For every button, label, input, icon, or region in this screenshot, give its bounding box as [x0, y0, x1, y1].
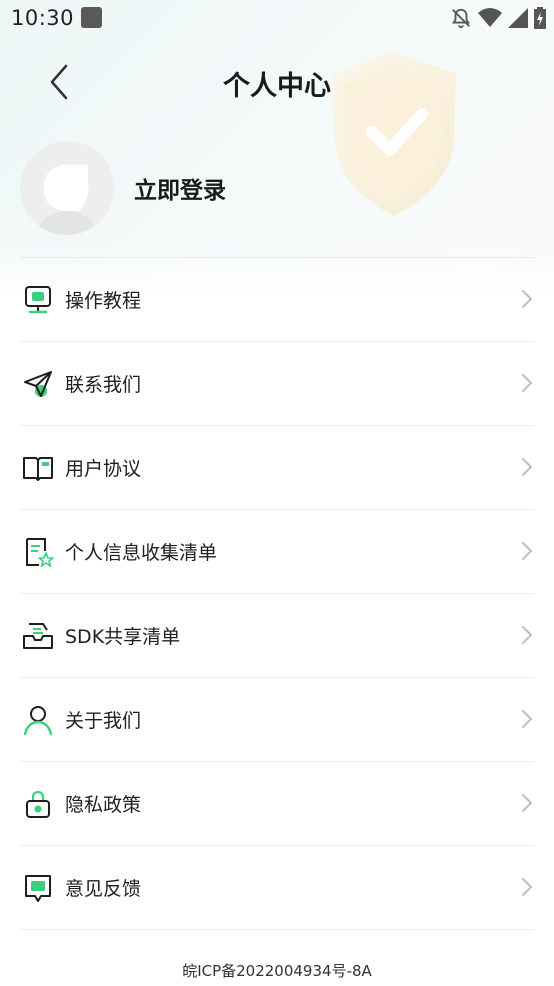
menu-item-sdk-list[interactable]: SDK共享清单 — [20, 594, 534, 678]
menu-item-tutorial[interactable]: 操作教程 — [20, 258, 534, 342]
chevron-right-icon — [522, 374, 533, 392]
header: 个人中心 — [0, 48, 554, 114]
menu-item-contact[interactable]: 联系我们 — [20, 342, 534, 426]
paper-plane-icon — [20, 366, 56, 402]
page-title: 个人中心 — [223, 71, 331, 102]
person-icon — [20, 702, 56, 738]
menu-item-label: 隐私政策 — [65, 794, 142, 816]
status-time: 10:30 — [11, 6, 75, 30]
chevron-right-icon — [522, 542, 533, 560]
menu-list: 操作教程 联系我们 用户协议 个人信息收集清单 SDK共享清单 关于我们 隐私政… — [20, 258, 534, 930]
signal-icon — [508, 8, 528, 28]
document-star-icon — [20, 534, 56, 570]
menu-item-privacy-policy[interactable]: 隐私政策 — [20, 762, 534, 846]
default-avatar-icon — [20, 141, 114, 235]
menu-item-feedback[interactable]: 意见反馈 — [20, 846, 534, 930]
menu-item-label: 意见反馈 — [65, 878, 142, 900]
lock-icon — [20, 786, 56, 822]
chevron-right-icon — [522, 626, 533, 644]
menu-item-about-us[interactable]: 关于我们 — [20, 678, 534, 762]
monitor-icon — [20, 282, 56, 318]
chevron-right-icon — [522, 458, 533, 476]
wifi-icon — [478, 8, 502, 27]
app-icon — [81, 7, 102, 28]
status-icons — [450, 6, 546, 30]
menu-item-label: 操作教程 — [65, 290, 142, 312]
menu-item-user-agreement[interactable]: 用户协议 — [20, 426, 534, 510]
feedback-chat-icon — [20, 870, 56, 906]
login-entry[interactable]: 立即登录 — [20, 140, 226, 236]
menu-item-label: 关于我们 — [65, 710, 142, 732]
status-bar: 10:30 — [0, 0, 554, 36]
battery-charging-icon — [534, 7, 546, 29]
menu-item-personal-info-list[interactable]: 个人信息收集清单 — [20, 510, 534, 594]
icp-record: 皖ICP备2022004934号-8A — [182, 962, 372, 980]
menu-item-label: 联系我们 — [65, 374, 142, 396]
chevron-right-icon — [522, 878, 533, 896]
open-book-icon — [20, 450, 56, 486]
menu-item-label: 个人信息收集清单 — [65, 542, 218, 564]
chevron-right-icon — [522, 794, 533, 812]
menu-item-label: SDK共享清单 — [65, 626, 181, 648]
login-label: 立即登录 — [134, 178, 226, 204]
chevron-right-icon — [522, 290, 533, 308]
menu-item-label: 用户协议 — [65, 458, 142, 480]
notification-off-icon — [451, 8, 471, 29]
inbox-tray-icon — [20, 618, 56, 654]
chevron-right-icon — [522, 710, 533, 728]
